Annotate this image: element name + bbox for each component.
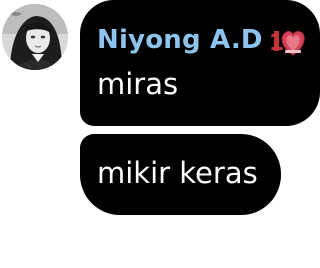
message-bubble[interactable]: mikir keras bbox=[80, 134, 281, 215]
badge-number: 1 bbox=[271, 31, 284, 56]
fan-heart-badge-icon: 1 bbox=[271, 31, 305, 56]
avatar[interactable] bbox=[2, 4, 68, 70]
sender-name[interactable]: Niyong A.D bbox=[97, 25, 263, 55]
user-avatar-photo bbox=[2, 4, 68, 70]
sender-row: Niyong A.D 1 bbox=[97, 20, 307, 60]
message-bubble[interactable]: Niyong A.D 1 miras bbox=[80, 0, 320, 126]
message-text: mikir keras bbox=[97, 156, 258, 190]
message-text: miras bbox=[97, 67, 179, 101]
